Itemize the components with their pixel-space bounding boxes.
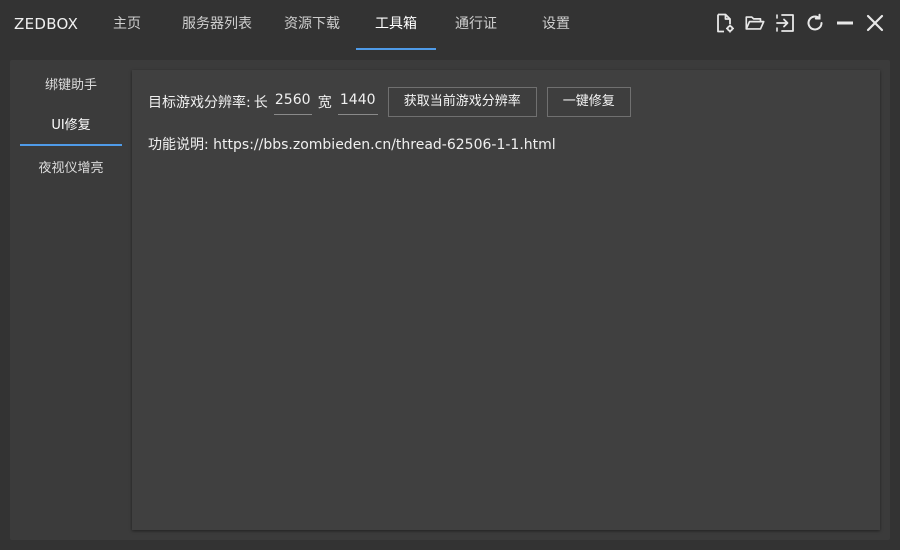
height-input[interactable]: 1440 xyxy=(337,89,378,115)
sidebar-item-ui-fix[interactable]: UI修复 xyxy=(20,106,122,146)
ui-fix-panel: 目标游戏分辨率: 长 2560 宽 1440 获取当前游戏分辨率 一键修复 功能… xyxy=(132,70,880,530)
tab-settings[interactable]: 设置 xyxy=(536,0,576,50)
tab-server-list[interactable]: 服务器列表 xyxy=(178,0,256,50)
tab-toolbox[interactable]: 工具箱 xyxy=(356,0,436,50)
tab-home[interactable]: 主页 xyxy=(106,0,148,50)
refresh-icon[interactable] xyxy=(804,12,826,34)
login-icon[interactable] xyxy=(774,12,796,34)
one-click-fix-button[interactable]: 一键修复 xyxy=(546,87,631,117)
tab-resource-download[interactable]: 资源下载 xyxy=(280,0,344,50)
main-area: 绑键助手 UI修复 夜视仪增亮 目标游戏分辨率: 长 2560 宽 1440 获… xyxy=(10,60,890,540)
height-label: 宽 xyxy=(317,95,332,111)
minimize-icon[interactable] xyxy=(834,12,856,34)
description-text: 功能说明: https://bbs.zombieden.cn/thread-62… xyxy=(148,137,556,153)
file-settings-icon[interactable] xyxy=(714,12,736,34)
sidebar-item-keybind-helper[interactable]: 绑键助手 xyxy=(20,66,122,106)
resolution-row: 目标游戏分辨率: 长 2560 宽 1440 获取当前游戏分辨率 一键修复 xyxy=(148,86,631,118)
width-input[interactable]: 2560 xyxy=(273,89,312,115)
width-label: 长 xyxy=(253,95,268,111)
app-title: ZEDBOX xyxy=(14,15,79,33)
get-resolution-button[interactable]: 获取当前游戏分辨率 xyxy=(387,87,537,117)
title-bar: ZEDBOX 主页 服务器列表 资源下载 工具箱 通行证 设置 xyxy=(0,0,900,52)
folder-open-icon[interactable] xyxy=(744,12,766,34)
resolution-label: 目标游戏分辨率: xyxy=(148,95,251,111)
app-window: ZEDBOX 主页 服务器列表 资源下载 工具箱 通行证 设置 绑键助手 UI修… xyxy=(0,0,900,550)
close-icon[interactable] xyxy=(864,12,886,34)
window-controls xyxy=(714,12,886,38)
tab-pass[interactable]: 通行证 xyxy=(448,0,504,50)
sidebar-item-night-vision-boost[interactable]: 夜视仪增亮 xyxy=(20,149,122,189)
sidebar: 绑键助手 UI修复 夜视仪增亮 xyxy=(10,60,132,540)
